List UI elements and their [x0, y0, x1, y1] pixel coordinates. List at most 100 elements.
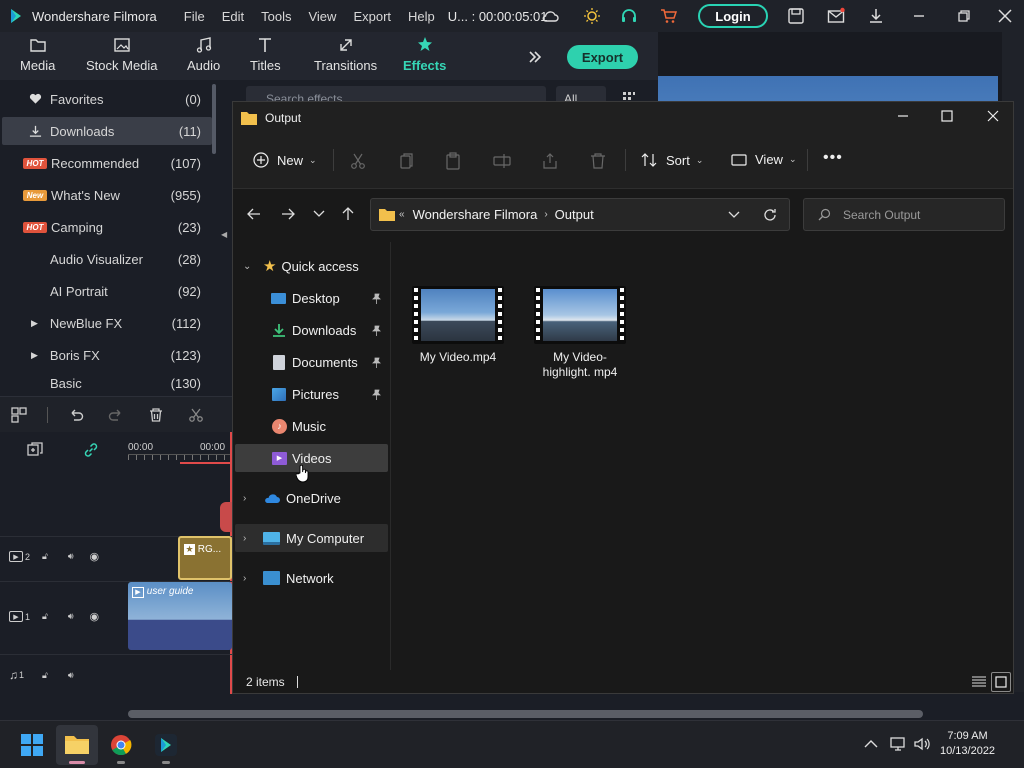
close-icon[interactable]	[985, 108, 1001, 124]
volume-icon[interactable]	[913, 735, 931, 753]
library-item-boris-fx[interactable]: ▶ Boris FX (123)	[2, 341, 212, 369]
trash-icon[interactable]	[148, 407, 164, 423]
chevron-down-icon[interactable]: ⌄	[243, 261, 251, 272]
minimize-icon[interactable]	[910, 7, 928, 25]
menu-file[interactable]: File	[184, 9, 205, 24]
nav-pictures[interactable]: Pictures	[235, 380, 388, 408]
library-item-recommended[interactable]: HOT Recommended (107)	[2, 149, 212, 177]
pin-icon[interactable]	[371, 389, 382, 400]
close-icon[interactable]	[996, 7, 1014, 25]
scissors-icon[interactable]	[188, 407, 204, 423]
chevron-double-right-icon[interactable]	[527, 49, 543, 65]
windows-start-icon[interactable]	[21, 734, 43, 756]
delete-icon[interactable]	[589, 152, 607, 170]
library-item-whats-new[interactable]: New What's New (955)	[2, 181, 212, 209]
file-item-my-video-highlight[interactable]: My Video-highlight. mp4	[533, 286, 627, 380]
nav-quick-access[interactable]: ⌄ ★ Quick access	[235, 252, 388, 280]
tab-transitions[interactable]: Transitions	[314, 36, 377, 73]
menu-export[interactable]: Export	[353, 9, 391, 24]
system-clock[interactable]: 7:09 AM 10/13/2022	[940, 729, 995, 759]
details-view-icon[interactable]	[971, 675, 987, 689]
rename-icon[interactable]	[493, 152, 511, 170]
nav-videos[interactable]: ▶ Videos	[235, 444, 388, 472]
timeline-horizontal-scrollbar[interactable]	[128, 710, 923, 718]
nav-music[interactable]: ♪ Music	[235, 412, 388, 440]
new-button[interactable]: New ⌄	[253, 152, 317, 168]
chevron-overflow-icon[interactable]: «	[399, 209, 405, 220]
nav-network[interactable]: › Network	[235, 564, 388, 592]
filmora-taskbar-icon[interactable]	[154, 733, 178, 757]
library-scrollbar[interactable]	[212, 84, 216, 154]
speaker-icon[interactable]: 🔊︎	[68, 551, 74, 562]
cloud-icon[interactable]	[541, 7, 559, 25]
up-arrow-icon[interactable]	[340, 206, 356, 222]
headset-icon[interactable]	[620, 7, 638, 25]
pin-icon[interactable]	[371, 293, 382, 304]
tab-effects[interactable]: Effects	[403, 36, 446, 73]
time-ruler[interactable]	[128, 454, 232, 460]
breadcrumb-output[interactable]: Output	[555, 207, 594, 222]
nav-desktop[interactable]: Desktop	[235, 284, 388, 312]
search-output-input[interactable]: Search Output	[803, 198, 1005, 231]
taskbar-file-explorer[interactable]	[56, 725, 98, 765]
menu-tools[interactable]: Tools	[261, 9, 291, 24]
minimize-icon[interactable]	[895, 108, 911, 124]
file-item-my-video[interactable]: My Video.mp4	[411, 286, 505, 365]
nav-onedrive[interactable]: › OneDrive	[235, 484, 388, 512]
chevron-right-icon[interactable]: ›	[243, 573, 246, 584]
paste-icon[interactable]	[444, 152, 462, 170]
speaker-icon[interactable]: 🔊︎	[68, 670, 74, 681]
chevron-up-icon[interactable]	[862, 735, 880, 753]
library-item-audio-visualizer[interactable]: Audio Visualizer (28)	[2, 245, 212, 273]
breadcrumb-wondershare-filmora[interactable]: Wondershare Filmora	[413, 207, 538, 222]
login-button[interactable]: Login	[698, 4, 768, 28]
tab-titles[interactable]: Titles	[250, 36, 281, 73]
copy-icon[interactable]	[397, 152, 415, 170]
download-icon[interactable]	[867, 7, 885, 25]
address-bar[interactable]: « Wondershare Filmora › Output	[370, 198, 790, 231]
chevron-right-icon[interactable]: ›	[243, 493, 246, 504]
chevron-down-icon[interactable]	[728, 210, 740, 220]
link-icon[interactable]	[83, 442, 99, 458]
lock-icon[interactable]: 🔓︎	[42, 670, 48, 681]
layout-icon[interactable]	[11, 407, 27, 423]
menu-view[interactable]: View	[308, 9, 336, 24]
add-track-icon[interactable]	[27, 442, 43, 458]
display-icon[interactable]	[889, 735, 907, 753]
tab-audio[interactable]: Audio	[187, 36, 220, 73]
bulb-icon[interactable]	[583, 7, 601, 25]
library-item-newblue-fx[interactable]: ▶ NewBlue FX (112)	[2, 309, 212, 337]
cart-icon[interactable]	[660, 7, 678, 25]
back-arrow-icon[interactable]	[246, 206, 262, 222]
pin-icon[interactable]	[371, 325, 382, 336]
collapse-panel-icon[interactable]: ◀	[221, 230, 227, 239]
playhead-marker[interactable]	[220, 502, 232, 532]
lock-icon[interactable]: 🔓︎	[42, 611, 48, 622]
redo-icon[interactable]	[108, 407, 124, 423]
video-clip[interactable]: ▶ user guide	[128, 582, 232, 650]
chrome-icon[interactable]	[110, 734, 132, 756]
eye-icon[interactable]: ◉	[90, 550, 100, 563]
eye-icon[interactable]: ◉	[90, 610, 100, 623]
effect-clip[interactable]: ★ RG...	[178, 536, 232, 580]
tab-media[interactable]: Media	[20, 36, 55, 73]
library-item-favorites[interactable]: Favorites (0)	[2, 85, 212, 113]
nav-my-computer[interactable]: › My Computer	[235, 524, 388, 552]
library-item-camping[interactable]: HOT Camping (23)	[2, 213, 212, 241]
tab-stock-media[interactable]: Stock Media	[86, 36, 158, 73]
export-button[interactable]: Export	[567, 45, 638, 69]
save-icon[interactable]	[787, 7, 805, 25]
library-item-ai-portrait[interactable]: AI Portrait (92)	[2, 277, 212, 305]
menu-help[interactable]: Help	[408, 9, 435, 24]
forward-arrow-icon[interactable]	[280, 206, 296, 222]
lock-icon[interactable]: 🔓︎	[42, 551, 48, 562]
menu-edit[interactable]: Edit	[222, 9, 244, 24]
view-button[interactable]: View ⌄	[731, 152, 797, 167]
maximize-icon[interactable]	[939, 108, 955, 124]
more-options-icon[interactable]: •••	[823, 149, 843, 167]
cut-icon[interactable]	[349, 152, 367, 170]
chevron-right-icon[interactable]: ›	[243, 533, 246, 544]
nav-downloads[interactable]: Downloads	[235, 316, 388, 344]
refresh-icon[interactable]	[763, 208, 777, 222]
speaker-icon[interactable]: 🔊︎	[68, 611, 74, 622]
